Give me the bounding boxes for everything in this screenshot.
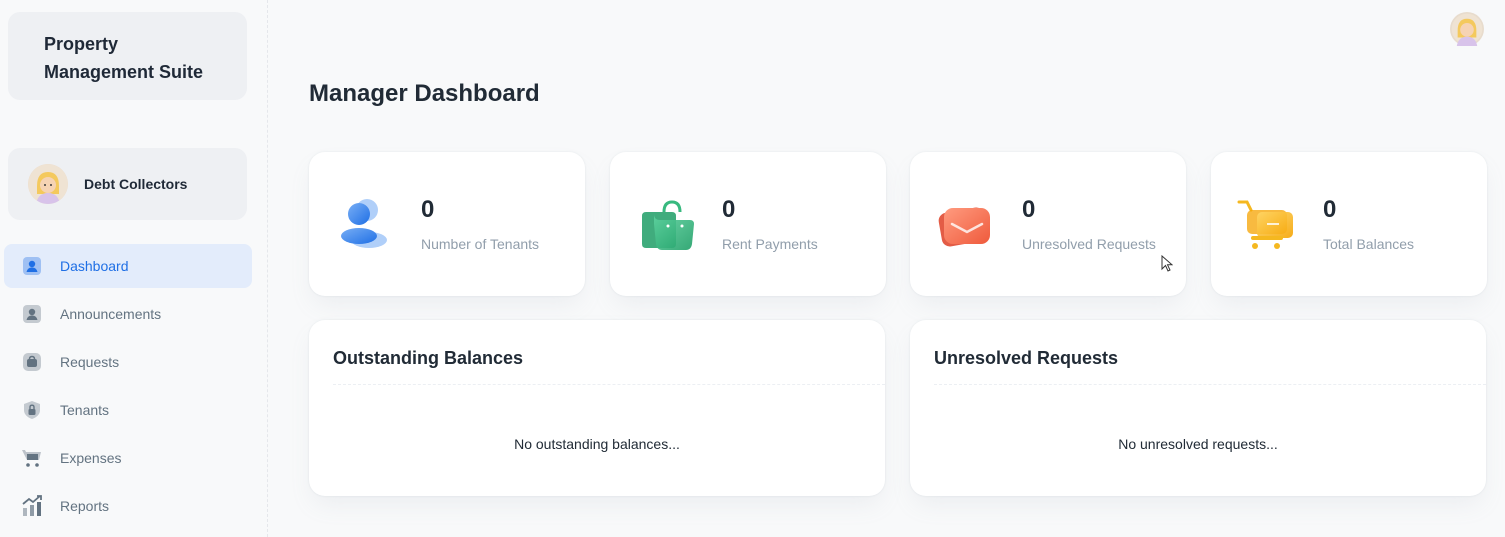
- account-card[interactable]: Debt Collectors: [8, 148, 247, 220]
- panel-divider: [934, 384, 1486, 385]
- chart-icon: [20, 494, 44, 518]
- brand-line-2: Management Suite: [44, 62, 204, 82]
- shopping-bag-icon: [636, 196, 696, 256]
- sidebar-item-requests[interactable]: Requests: [4, 340, 252, 384]
- sidebar-item-label: Expenses: [60, 450, 122, 466]
- sidebar-item-label: Tenants: [60, 402, 110, 418]
- mouse-cursor-icon: [1161, 254, 1174, 278]
- sidebar-item-reports[interactable]: Reports: [4, 484, 252, 528]
- sidebar-item-expenses[interactable]: Expenses: [4, 436, 252, 480]
- brand-line-1: Property: [44, 34, 119, 54]
- cart-icon: [20, 446, 44, 470]
- stat-label: Rent Payments: [722, 236, 818, 252]
- panel-title: Unresolved Requests: [934, 348, 1119, 368]
- account-avatar-button[interactable]: [1450, 12, 1484, 46]
- users-icon: [335, 196, 395, 256]
- app-brand[interactable]: Property Management Suite: [8, 12, 247, 100]
- outstanding-balances-panel: Outstanding Balances No outstanding bala…: [309, 320, 885, 496]
- panel-title: Outstanding Balances: [333, 348, 524, 368]
- account-name: Debt Collectors: [84, 176, 188, 192]
- stat-value: 0: [1022, 196, 1036, 223]
- stat-card-tenants[interactable]: 0 Number of Tenants: [309, 152, 585, 296]
- sidebar-item-label: Requests: [60, 354, 120, 370]
- lock-icon: [20, 398, 44, 422]
- stat-label: Total Balances: [1323, 236, 1415, 252]
- empty-state-text: No unresolved requests...: [1118, 436, 1278, 452]
- bag-icon: [20, 350, 44, 374]
- stat-card-rent-payments[interactable]: 0 Rent Payments: [610, 152, 886, 296]
- sidebar-nav: Dashboard Announcements Requests Tenants…: [4, 244, 252, 532]
- sidebar-item-announcements[interactable]: Announcements: [4, 292, 252, 336]
- mail-icon: [936, 196, 996, 256]
- sidebar-item-dashboard[interactable]: Dashboard: [4, 244, 252, 288]
- sidebar: Property Management Suite Debt Collector…: [0, 0, 268, 537]
- user-icon: [20, 302, 44, 326]
- user-icon: [20, 254, 44, 278]
- avatar: [28, 164, 68, 204]
- panel-divider: [333, 384, 885, 385]
- sidebar-item-label: Dashboard: [60, 258, 129, 274]
- unresolved-requests-panel: Unresolved Requests No unresolved reques…: [910, 320, 1486, 496]
- page-title: Manager Dashboard: [309, 80, 540, 107]
- stat-label: Unresolved Requests: [1022, 236, 1156, 252]
- stat-card-total-balances[interactable]: 0 Total Balances: [1211, 152, 1487, 296]
- stat-value: 0: [421, 196, 435, 223]
- shopping-cart-icon: [1237, 196, 1297, 256]
- empty-state-text: No outstanding balances...: [514, 436, 680, 452]
- stat-card-unresolved-requests[interactable]: 0 Unresolved Requests: [910, 152, 1186, 296]
- sidebar-item-tenants[interactable]: Tenants: [4, 388, 252, 432]
- stat-label: Number of Tenants: [421, 236, 540, 252]
- sidebar-item-label: Reports: [60, 498, 110, 514]
- stat-value: 0: [1323, 196, 1337, 223]
- sidebar-item-label: Announcements: [60, 306, 162, 322]
- stat-value: 0: [722, 196, 736, 223]
